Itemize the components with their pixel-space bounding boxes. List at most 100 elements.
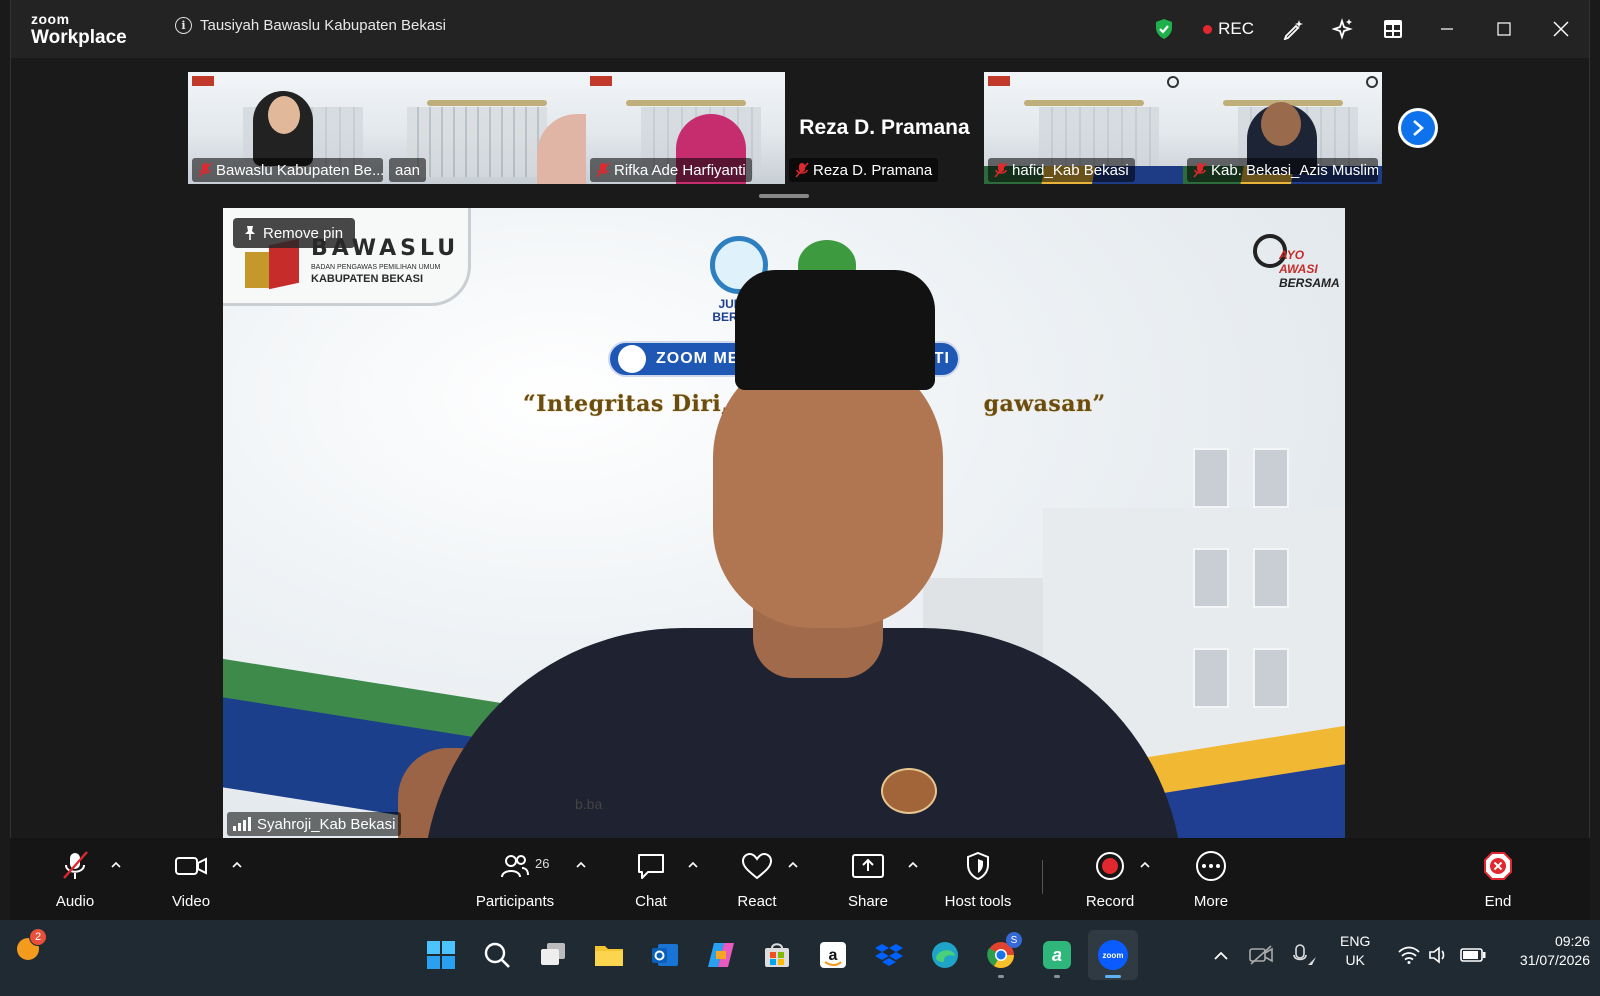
event-logo xyxy=(590,76,612,86)
chat-options-caret[interactable] xyxy=(685,856,701,872)
participant-tile[interactable]: Reza D. Pramana Reza D. Pramana xyxy=(785,72,984,184)
minimize-button[interactable] xyxy=(1418,0,1475,58)
end-meeting-button[interactable]: End xyxy=(1478,850,1518,910)
participant-avatar-name: Reza D. Pramana xyxy=(799,116,970,139)
record-options-caret[interactable] xyxy=(1137,856,1153,872)
windows-taskbar: 2 a S a zoom ENG UK 09:26 31/07/2026 xyxy=(0,920,1600,996)
record-icon xyxy=(1096,852,1124,880)
active-speaker-video[interactable]: BAWASLU BADAN PENGAWAS PEMILIHAN UMUM KA… xyxy=(223,208,1345,838)
chevron-up-icon xyxy=(688,861,698,868)
zoom-taskbar-button[interactable]: zoom xyxy=(1088,930,1138,980)
chrome-profile-badge: S xyxy=(1006,932,1022,948)
battery-button[interactable] xyxy=(1456,930,1490,980)
audio-options-caret[interactable] xyxy=(108,856,124,872)
shield-check-icon xyxy=(1156,19,1173,39)
participant-name-label: Kab. Bekasi_Azis Muslim xyxy=(1187,158,1378,182)
meeting-toolbar: Audio Video Participants 26 Chat React S… xyxy=(10,838,1590,920)
chevron-up-icon xyxy=(788,861,798,868)
participant-tile[interactable]: Bawaslu Kabupaten Be... xyxy=(188,72,387,184)
annotate-button[interactable] xyxy=(1268,0,1318,58)
volume-button[interactable] xyxy=(1424,930,1454,980)
video-button[interactable]: Video xyxy=(168,850,214,910)
participants-options-caret[interactable] xyxy=(573,856,589,872)
share-options-caret[interactable] xyxy=(905,856,921,872)
zoom-camera-icon xyxy=(618,345,646,373)
dropbox-button[interactable] xyxy=(864,930,914,980)
react-options-caret[interactable] xyxy=(785,856,801,872)
view-layout-button[interactable] xyxy=(1368,0,1418,58)
chrome-button[interactable]: S xyxy=(976,930,1026,980)
more-button[interactable]: More xyxy=(1187,850,1235,910)
file-explorer-button[interactable] xyxy=(584,930,634,980)
speaker-icon xyxy=(1429,946,1445,964)
outlook-icon xyxy=(652,944,678,966)
react-button[interactable]: React xyxy=(732,850,782,910)
participant-name-label: aan xyxy=(389,158,427,182)
copilot-button[interactable] xyxy=(696,930,746,980)
green-app-button[interactable]: a xyxy=(1032,930,1082,980)
show-hidden-icons-button[interactable] xyxy=(1206,930,1236,980)
signal-bars-icon xyxy=(233,817,251,831)
record-button[interactable]: Record xyxy=(1082,850,1138,910)
event-logo xyxy=(192,76,214,86)
meeting-info-button[interactable]: i Tausiyah Bawaslu Kabupaten Bekasi xyxy=(175,17,446,34)
video-options-caret[interactable] xyxy=(229,856,245,872)
share-button[interactable]: Share xyxy=(845,850,891,910)
task-view-button[interactable] xyxy=(528,930,578,980)
participant-tile[interactable]: Rifka Ade Harfiyanti xyxy=(586,72,785,184)
ai-companion-button[interactable] xyxy=(1318,0,1368,58)
remove-pin-button[interactable]: Remove pin xyxy=(233,218,356,248)
chat-button[interactable]: Chat xyxy=(628,850,674,910)
task-view-icon xyxy=(541,943,565,965)
meeting-title: Tausiyah Bawaslu Kabupaten Bekasi xyxy=(200,17,446,34)
search-button[interactable] xyxy=(472,930,522,980)
close-icon xyxy=(1553,21,1568,37)
close-button[interactable] xyxy=(1532,0,1589,58)
rec-label: REC xyxy=(1218,19,1254,38)
speaker-name-label: Syahroji_Kab Bekasi xyxy=(227,812,402,836)
event-logo xyxy=(988,76,1010,86)
audio-button[interactable]: Audio xyxy=(52,850,98,910)
start-button[interactable] xyxy=(416,930,466,980)
maximize-button[interactable] xyxy=(1475,0,1532,58)
title-bar: zoom Workplace i Tausiyah Bawaslu Kabupa… xyxy=(11,0,1589,58)
participant-tile[interactable]: aan xyxy=(387,72,586,184)
meet-now-tray-button[interactable] xyxy=(1244,930,1278,980)
ayo-awasi-bersama-logo: AYO AWASI BERSAMA xyxy=(1253,234,1340,300)
participants-icon xyxy=(501,855,529,878)
outlook-button[interactable] xyxy=(640,930,690,980)
wifi-button[interactable] xyxy=(1394,930,1424,980)
title-bar-controls: REC xyxy=(1139,0,1589,58)
amazon-button[interactable]: a xyxy=(808,930,858,980)
record-dot-icon xyxy=(1203,24,1213,34)
chevron-right-icon xyxy=(1413,120,1424,136)
sparkle-icon xyxy=(1332,18,1353,40)
end-x-icon xyxy=(1484,852,1512,880)
toolbar-separator xyxy=(1042,860,1043,894)
info-icon: i xyxy=(175,17,192,34)
more-dots-icon xyxy=(1196,851,1226,881)
recording-indicator[interactable]: REC xyxy=(1189,19,1268,39)
green-app-icon: a xyxy=(1043,941,1071,969)
encryption-shield-button[interactable] xyxy=(1139,0,1189,58)
strip-resize-handle[interactable] xyxy=(759,194,809,198)
dropbox-icon xyxy=(875,944,903,966)
system-clock[interactable]: 09:26 31/07/2026 xyxy=(1520,932,1590,970)
host-tools-button[interactable]: Host tools xyxy=(938,850,1018,910)
language-indicator[interactable]: ENG UK xyxy=(1340,932,1370,970)
edge-icon xyxy=(932,942,958,968)
microsoft-store-button[interactable] xyxy=(752,930,802,980)
pin-icon xyxy=(245,226,255,240)
store-bag-icon xyxy=(765,943,789,967)
mic-tray-button[interactable] xyxy=(1288,930,1322,980)
participant-tile[interactable]: hafid_Kab Bekasi xyxy=(984,72,1183,184)
mic-muted-icon xyxy=(198,162,212,178)
zoom-app-icon: zoom xyxy=(1098,940,1128,970)
participant-tile[interactable]: Kab. Bekasi_Azis Muslim xyxy=(1183,72,1382,184)
share-screen-icon xyxy=(852,854,884,878)
mic-muted-icon xyxy=(795,162,809,178)
notification-button[interactable]: 2 xyxy=(14,928,47,962)
svg-text:zoom: zoom xyxy=(1103,951,1124,960)
edge-button[interactable] xyxy=(920,930,970,980)
next-page-button[interactable] xyxy=(1398,108,1438,148)
